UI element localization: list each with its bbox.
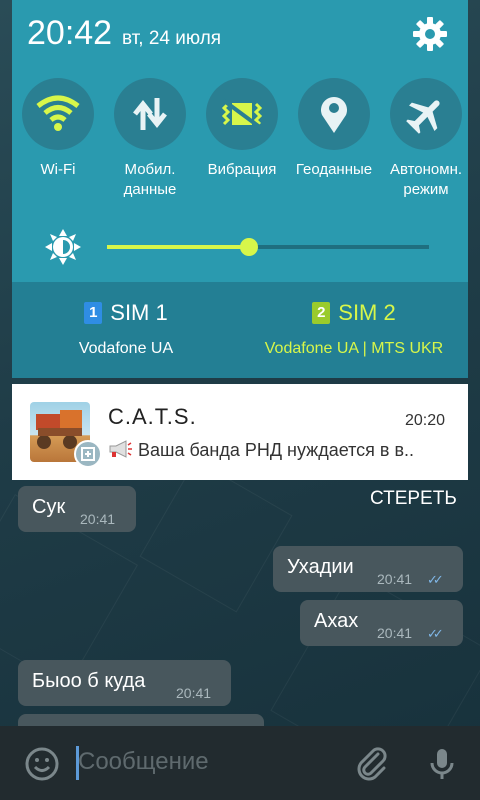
- background-pattern: [139, 459, 293, 613]
- message-outgoing[interactable]: Ахах 20:41 ✓✓: [300, 600, 463, 646]
- toggle-location[interactable]: Геоданные: [288, 76, 380, 180]
- sim-2-badge-icon: 2: [312, 302, 331, 324]
- sim-name: SIM 1: [110, 300, 168, 325]
- toggle-label: Мобил. данные: [104, 160, 196, 200]
- message-text: Ухадии: [287, 556, 354, 578]
- brightness-slider-fill: [107, 245, 249, 249]
- toggle-circle: [390, 78, 462, 150]
- read-ticks-icon: ✓✓: [427, 572, 444, 587]
- toggle-label-line: данные: [123, 181, 177, 198]
- clock: 20:42: [27, 14, 113, 52]
- vibration-icon: [221, 98, 263, 130]
- status-row: 20:42 вт, 24 июля: [12, 0, 468, 72]
- message-incoming[interactable]: Быоо б куда 20:41: [18, 660, 231, 706]
- attach-icon[interactable]: [354, 746, 390, 782]
- read-ticks-icon: ✓✓: [427, 626, 444, 641]
- sim-1[interactable]: 1 SIM 1 Vodafone UA: [12, 300, 240, 358]
- airplane-icon: [406, 100, 440, 134]
- message-time: 20:41: [176, 685, 212, 701]
- quick-settings-panel: 20:42 вт, 24 июля Wi-Fi Мобил. данные Ви…: [12, 0, 468, 378]
- sim-header: 1 SIM 1: [12, 300, 240, 326]
- notification-message: Ваша банда РНД нуждается в в..: [138, 440, 415, 460]
- sim-header: 2 SIM 2: [240, 300, 468, 326]
- sim-2[interactable]: 2 SIM 2 Vodafone UA | MTS UKR: [240, 300, 468, 358]
- toggle-label-line: Автономн.: [389, 161, 463, 178]
- message-incoming[interactable]: Сук 20:41: [18, 486, 136, 532]
- toggle-airplane[interactable]: Автономн. режим: [380, 76, 472, 200]
- gear-icon[interactable]: [412, 16, 448, 52]
- megaphone-icon: [109, 440, 132, 458]
- message-input[interactable]: Сообщение: [78, 748, 209, 776]
- toggle-label: Автономн. режим: [380, 160, 472, 200]
- notification-title: C.A.T.S.: [108, 404, 197, 429]
- notification-badge-icon: [74, 440, 102, 468]
- message-time: 20:41: [377, 571, 413, 587]
- message-time: 20:41: [377, 625, 413, 641]
- toggle-label: Вибрация: [207, 161, 277, 178]
- sim-name: SIM 2: [338, 300, 396, 325]
- message-text: Ахах: [314, 610, 359, 632]
- clear-notifications-button[interactable]: СТЕРЕТЬ: [370, 488, 457, 510]
- sim-selector: 1 SIM 1 Vodafone UA 2 SIM 2 Vodafone UA …: [12, 282, 468, 378]
- toggle-label-line: Мобил.: [124, 161, 176, 178]
- location-icon: [321, 97, 347, 133]
- brightness-slider[interactable]: [107, 238, 429, 256]
- date: вт, 24 июля: [122, 28, 222, 49]
- toggle-vibration[interactable]: Вибрация: [196, 76, 288, 180]
- sim-carrier: Vodafone UA | MTS UKR: [264, 340, 444, 357]
- toggle-mobile-data[interactable]: Мобил. данные: [104, 76, 196, 200]
- toggle-circle: [114, 78, 186, 150]
- message-time: 20:41: [80, 511, 116, 527]
- notification-time: 20:20: [405, 412, 446, 429]
- mobile-data-icon: [133, 98, 167, 130]
- message-text: Быоо б куда: [32, 670, 146, 692]
- notification-text: Ваша банда РНД нуждается в в..: [108, 440, 456, 461]
- sim-1-badge-icon: 1: [84, 302, 103, 324]
- wifi-icon: [36, 95, 80, 131]
- message-input-bar: Сообщение: [0, 726, 480, 800]
- toggle-circle: [206, 78, 278, 150]
- brightness-icon[interactable]: [44, 228, 82, 266]
- message-text: Сук: [32, 496, 66, 518]
- emoji-icon[interactable]: [24, 746, 60, 782]
- toggle-circle: [298, 78, 370, 150]
- quick-toggles: Wi-Fi Мобил. данные Вибрация Геоданные А…: [12, 76, 468, 206]
- toggle-circle: [22, 78, 94, 150]
- toggle-wifi[interactable]: Wi-Fi: [12, 76, 104, 180]
- notification-card[interactable]: C.A.T.S. 20:20 Ваша банда РНД нуждается …: [12, 384, 468, 480]
- sim-carrier: Vodafone UA: [78, 340, 174, 357]
- microphone-icon[interactable]: [424, 746, 460, 782]
- toggle-label: Wi-Fi: [40, 161, 76, 178]
- brightness-control: [12, 222, 468, 272]
- brightness-slider-thumb[interactable]: [239, 238, 258, 256]
- message-outgoing[interactable]: Ухадии 20:41 ✓✓: [273, 546, 463, 592]
- toggle-label: Геоданные: [295, 161, 373, 178]
- toggle-label-line: режим: [403, 181, 449, 198]
